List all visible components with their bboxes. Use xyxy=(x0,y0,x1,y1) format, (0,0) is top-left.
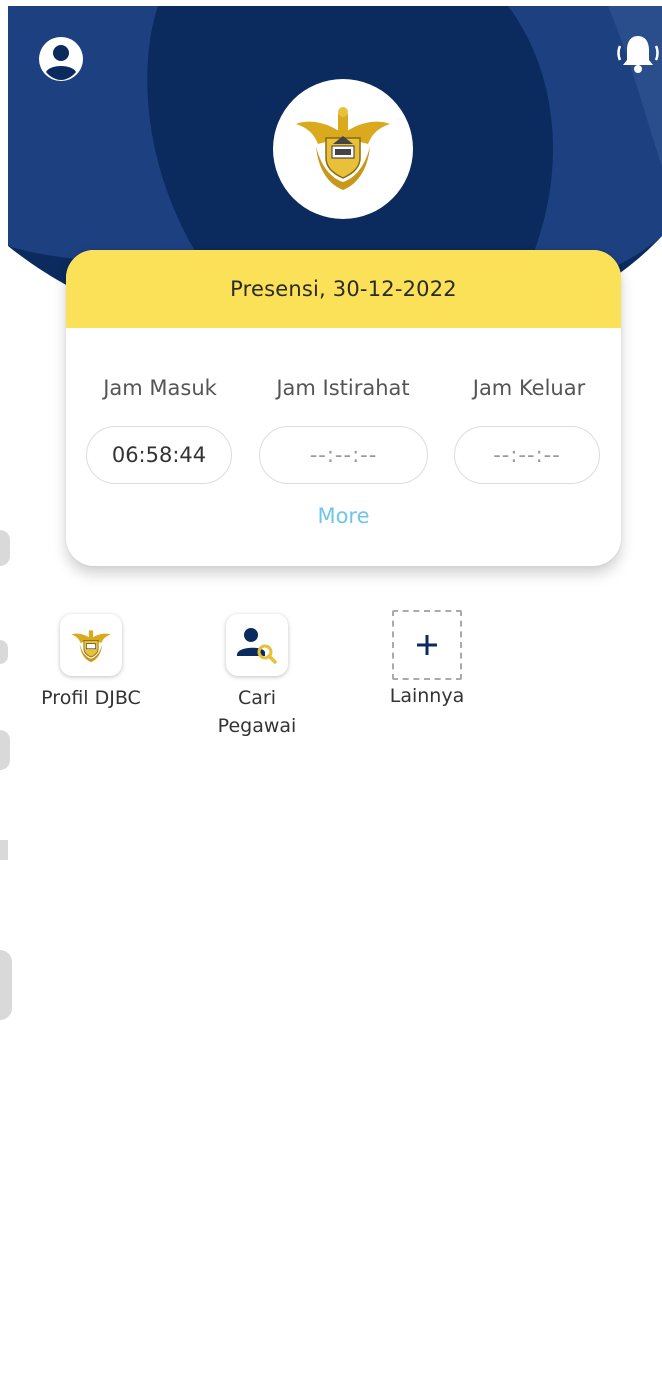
djbc-logo xyxy=(273,79,413,219)
edge-decoration xyxy=(0,730,10,770)
shortcut-lainnya[interactable]: Lainnya xyxy=(366,610,488,710)
shortcut-tile xyxy=(226,614,288,676)
jam-istirahat-value[interactable]: --:--:-- xyxy=(259,426,428,484)
shortcut-tile xyxy=(60,614,122,676)
edge-decoration xyxy=(0,640,8,664)
shortcut-cari-pegawai[interactable]: Cari Pegawai xyxy=(196,614,318,740)
edge-decoration xyxy=(0,840,8,860)
user-search-icon xyxy=(237,628,277,664)
bell-ringing-icon xyxy=(617,36,659,73)
jam-masuk-value[interactable]: 06:58:44 xyxy=(86,426,232,484)
home-screen: Presensi, 30-12-2022 Jam Masuk Jam Istir… xyxy=(0,0,662,1378)
attendance-card-title: Presensi, 30-12-2022 xyxy=(66,250,621,328)
user-circle-icon xyxy=(39,37,83,81)
notification-button[interactable] xyxy=(614,30,662,78)
shortcut-tile xyxy=(392,610,462,680)
profile-button[interactable] xyxy=(38,36,84,82)
more-link[interactable]: More xyxy=(66,504,621,528)
shortcut-label: Profil DJBC xyxy=(41,687,141,709)
djbc-emblem-icon xyxy=(71,630,111,663)
shortcut-profil-djbc[interactable]: Profil DJBC xyxy=(30,614,152,712)
shortcut-label: Cari Pegawai xyxy=(217,687,297,737)
label-jam-keluar: Jam Keluar xyxy=(472,376,586,400)
label-jam-istirahat: Jam Istirahat xyxy=(276,376,410,400)
shortcut-label: Lainnya xyxy=(389,685,465,707)
plus-icon xyxy=(417,635,437,655)
label-jam-masuk: Jam Masuk xyxy=(103,376,217,400)
attendance-card: Presensi, 30-12-2022 Jam Masuk Jam Istir… xyxy=(66,250,621,566)
edge-decoration xyxy=(0,950,12,1020)
edge-decoration xyxy=(0,530,10,566)
djbc-emblem-icon xyxy=(296,107,390,190)
jam-keluar-value[interactable]: --:--:-- xyxy=(454,426,600,484)
